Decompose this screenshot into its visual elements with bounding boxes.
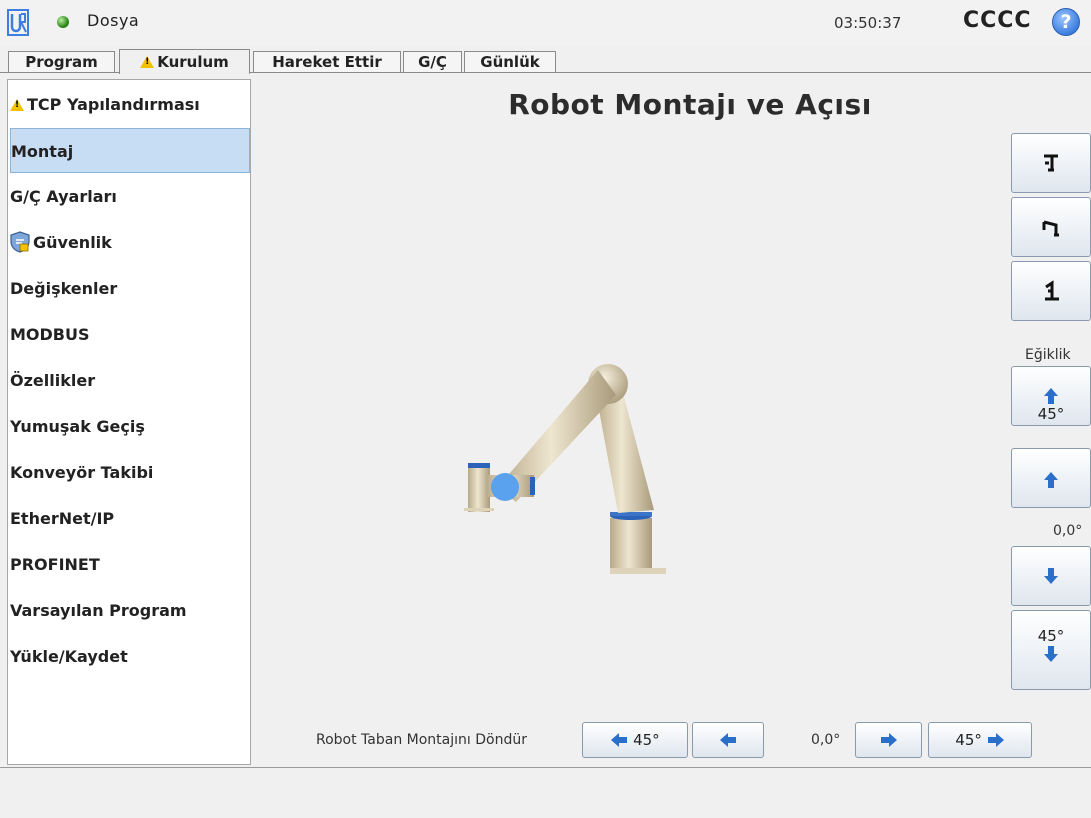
tab-label: Hareket Ettir [272,53,382,71]
rotate-right-45-label: 45° [955,731,982,749]
sidebar-item-label: Montaj [11,142,74,161]
tilt-down-45-button[interactable]: 45° [1011,610,1091,690]
warning-icon [10,99,24,111]
tab-io[interactable]: G/Ç [403,51,462,72]
footer-divider [0,767,1091,768]
tilt-value: 0,0° [1053,523,1083,539]
arrow-up-icon [1044,388,1058,404]
tab-label: Program [25,53,98,71]
sidebar-item-label: Yumuşak Geçiş [10,417,145,436]
sidebar-item-label: Varsayılan Program [10,601,187,620]
tilt-up-45-button[interactable]: 45° [1011,366,1091,426]
arrow-left-icon [611,733,628,747]
top-bar: Dosya 03:50:37 CCCC ? [0,0,1091,46]
sidebar-item-load-save[interactable]: Yükle/Kaydet [10,634,250,679]
sidebar-item-smooth-transition[interactable]: Yumuşak Geçiş [10,404,250,449]
tab-label: G/Ç [418,53,447,71]
tilt-down-45-label: 45° [1037,627,1065,645]
installation-sidebar: TCP Yapılandırması Montaj G/Ç Ayarları G… [7,79,251,765]
tab-installation[interactable]: Kurulum [119,49,250,74]
tab-move[interactable]: Hareket Ettir [253,51,401,72]
page-title: Robot Montajı ve Açısı [508,88,872,121]
tab-bar: Program Kurulum Hareket Ettir G/Ç Günlük [0,46,1091,74]
arrow-right-icon [987,733,1004,747]
sidebar-item-label: EtherNet/IP [10,509,115,528]
sidebar-item-profinet[interactable]: PROFINET [10,542,250,587]
tab-log[interactable]: Günlük [464,51,556,72]
robot-view-top-icon [1045,280,1059,301]
view-top-button[interactable] [1011,261,1091,321]
rotate-right-button[interactable] [855,722,922,758]
sidebar-item-label: TCP Yapılandırması [27,95,200,114]
rotate-left-button[interactable] [692,722,764,758]
sidebar-item-label: Değişkenler [10,279,118,298]
robot-view-front-icon [1044,154,1058,172]
tilt-up-45-label: 45° [1037,405,1065,423]
sidebar-item-ethernet-ip[interactable]: EtherNet/IP [10,496,250,541]
tilt-down-button[interactable] [1011,546,1091,606]
arrow-right-icon [880,733,897,747]
sidebar-item-conveyor-tracking[interactable]: Konveyör Takibi [10,450,250,495]
warning-icon [140,56,155,68]
tab-program[interactable]: Program [8,51,115,72]
view-front-button[interactable] [1011,133,1091,193]
sidebar-item-safety[interactable]: Güvenlik [10,220,250,265]
sidebar-item-label: Yükle/Kaydet [10,647,128,666]
robot-status-icon [57,16,69,28]
rotate-left-45-label: 45° [633,731,660,749]
sidebar-item-mounting[interactable]: Montaj [10,128,250,173]
sidebar-item-modbus[interactable]: MODBUS [10,312,250,357]
tilt-label: Eğiklik [1025,347,1071,363]
tab-label: Günlük [480,53,540,71]
sidebar-item-label: Güvenlik [33,233,112,252]
arrow-up-icon [1044,472,1058,488]
sidebar-item-features[interactable]: Özellikler [10,358,250,403]
sidebar-item-label: G/Ç Ayarları [10,187,117,206]
arrow-down-icon [1044,646,1058,662]
file-menu[interactable]: Dosya [87,11,139,30]
sidebar-item-label: Özellikler [10,371,96,390]
robot-view-side-icon [1042,220,1059,237]
robot-3d-view [464,364,666,574]
sidebar-item-variables[interactable]: Değişkenler [10,266,250,311]
sidebar-item-io-setup[interactable]: G/Ç Ayarları [10,174,250,219]
ur-logo-icon [7,9,29,36]
rotate-base-label: Robot Taban Montajını Döndür [316,732,527,748]
view-side-button[interactable] [1011,197,1091,257]
security-shield-icon [10,231,30,253]
sidebar-item-default-program[interactable]: Varsayılan Program [10,588,250,633]
robot-name: CCCC [963,8,1032,33]
tilt-up-button[interactable] [1011,448,1091,508]
tab-label: Kurulum [157,53,229,71]
clock: 03:50:37 [834,14,902,32]
sidebar-item-label: PROFINET [10,555,100,574]
rotate-value: 0,0° [811,732,841,748]
help-button[interactable]: ? [1052,8,1080,36]
sidebar-item-label: Konveyör Takibi [10,463,154,482]
arrow-left-icon [720,733,736,747]
rotate-right-45-button[interactable]: 45° [928,722,1032,758]
rotate-left-45-button[interactable]: 45° [582,722,688,758]
arrow-down-icon [1044,568,1058,584]
sidebar-item-tcp-configuration[interactable]: TCP Yapılandırması [10,82,250,127]
sidebar-item-label: MODBUS [10,325,90,344]
